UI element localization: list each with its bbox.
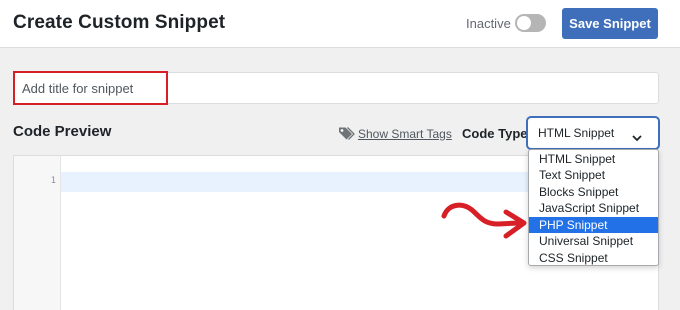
code-type-dropdown: HTML Snippet Text Snippet Blocks Snippet…: [528, 149, 659, 266]
dropdown-option-blocks[interactable]: Blocks Snippet: [529, 184, 658, 201]
code-type-select[interactable]: HTML Snippet: [527, 117, 659, 149]
dropdown-option-universal[interactable]: Universal Snippet: [529, 233, 658, 250]
page-title: Create Custom Snippet: [13, 12, 226, 33]
dropdown-option-text[interactable]: Text Snippet: [529, 167, 658, 184]
save-snippet-button[interactable]: Save Snippet: [562, 8, 658, 39]
code-preview-heading: Code Preview: [13, 123, 112, 140]
snippet-title-field: [13, 72, 659, 104]
dropdown-option-css[interactable]: CSS Snippet: [529, 250, 658, 266]
snippet-title-input[interactable]: [14, 73, 658, 103]
toggle-knob: [517, 16, 531, 30]
code-type-selected-value: HTML Snippet: [538, 126, 615, 140]
tag-icon[interactable]: [338, 126, 355, 145]
dropdown-option-html[interactable]: HTML Snippet: [529, 151, 658, 168]
active-toggle[interactable]: [515, 14, 546, 32]
chevron-down-icon: [632, 129, 642, 147]
line-number: 1: [50, 176, 56, 186]
page-header: Create Custom Snippet Inactive Save Snip…: [0, 0, 680, 48]
dropdown-option-php[interactable]: PHP Snippet: [529, 216, 658, 233]
show-smart-tags-link[interactable]: Show Smart Tags: [358, 127, 452, 141]
dropdown-option-javascript[interactable]: JavaScript Snippet: [529, 200, 658, 217]
code-type-label: Code Type: [462, 126, 528, 141]
annotation-arrow-icon: [440, 190, 530, 255]
status-label: Inactive: [466, 16, 511, 31]
editor-gutter: 1: [14, 156, 61, 310]
